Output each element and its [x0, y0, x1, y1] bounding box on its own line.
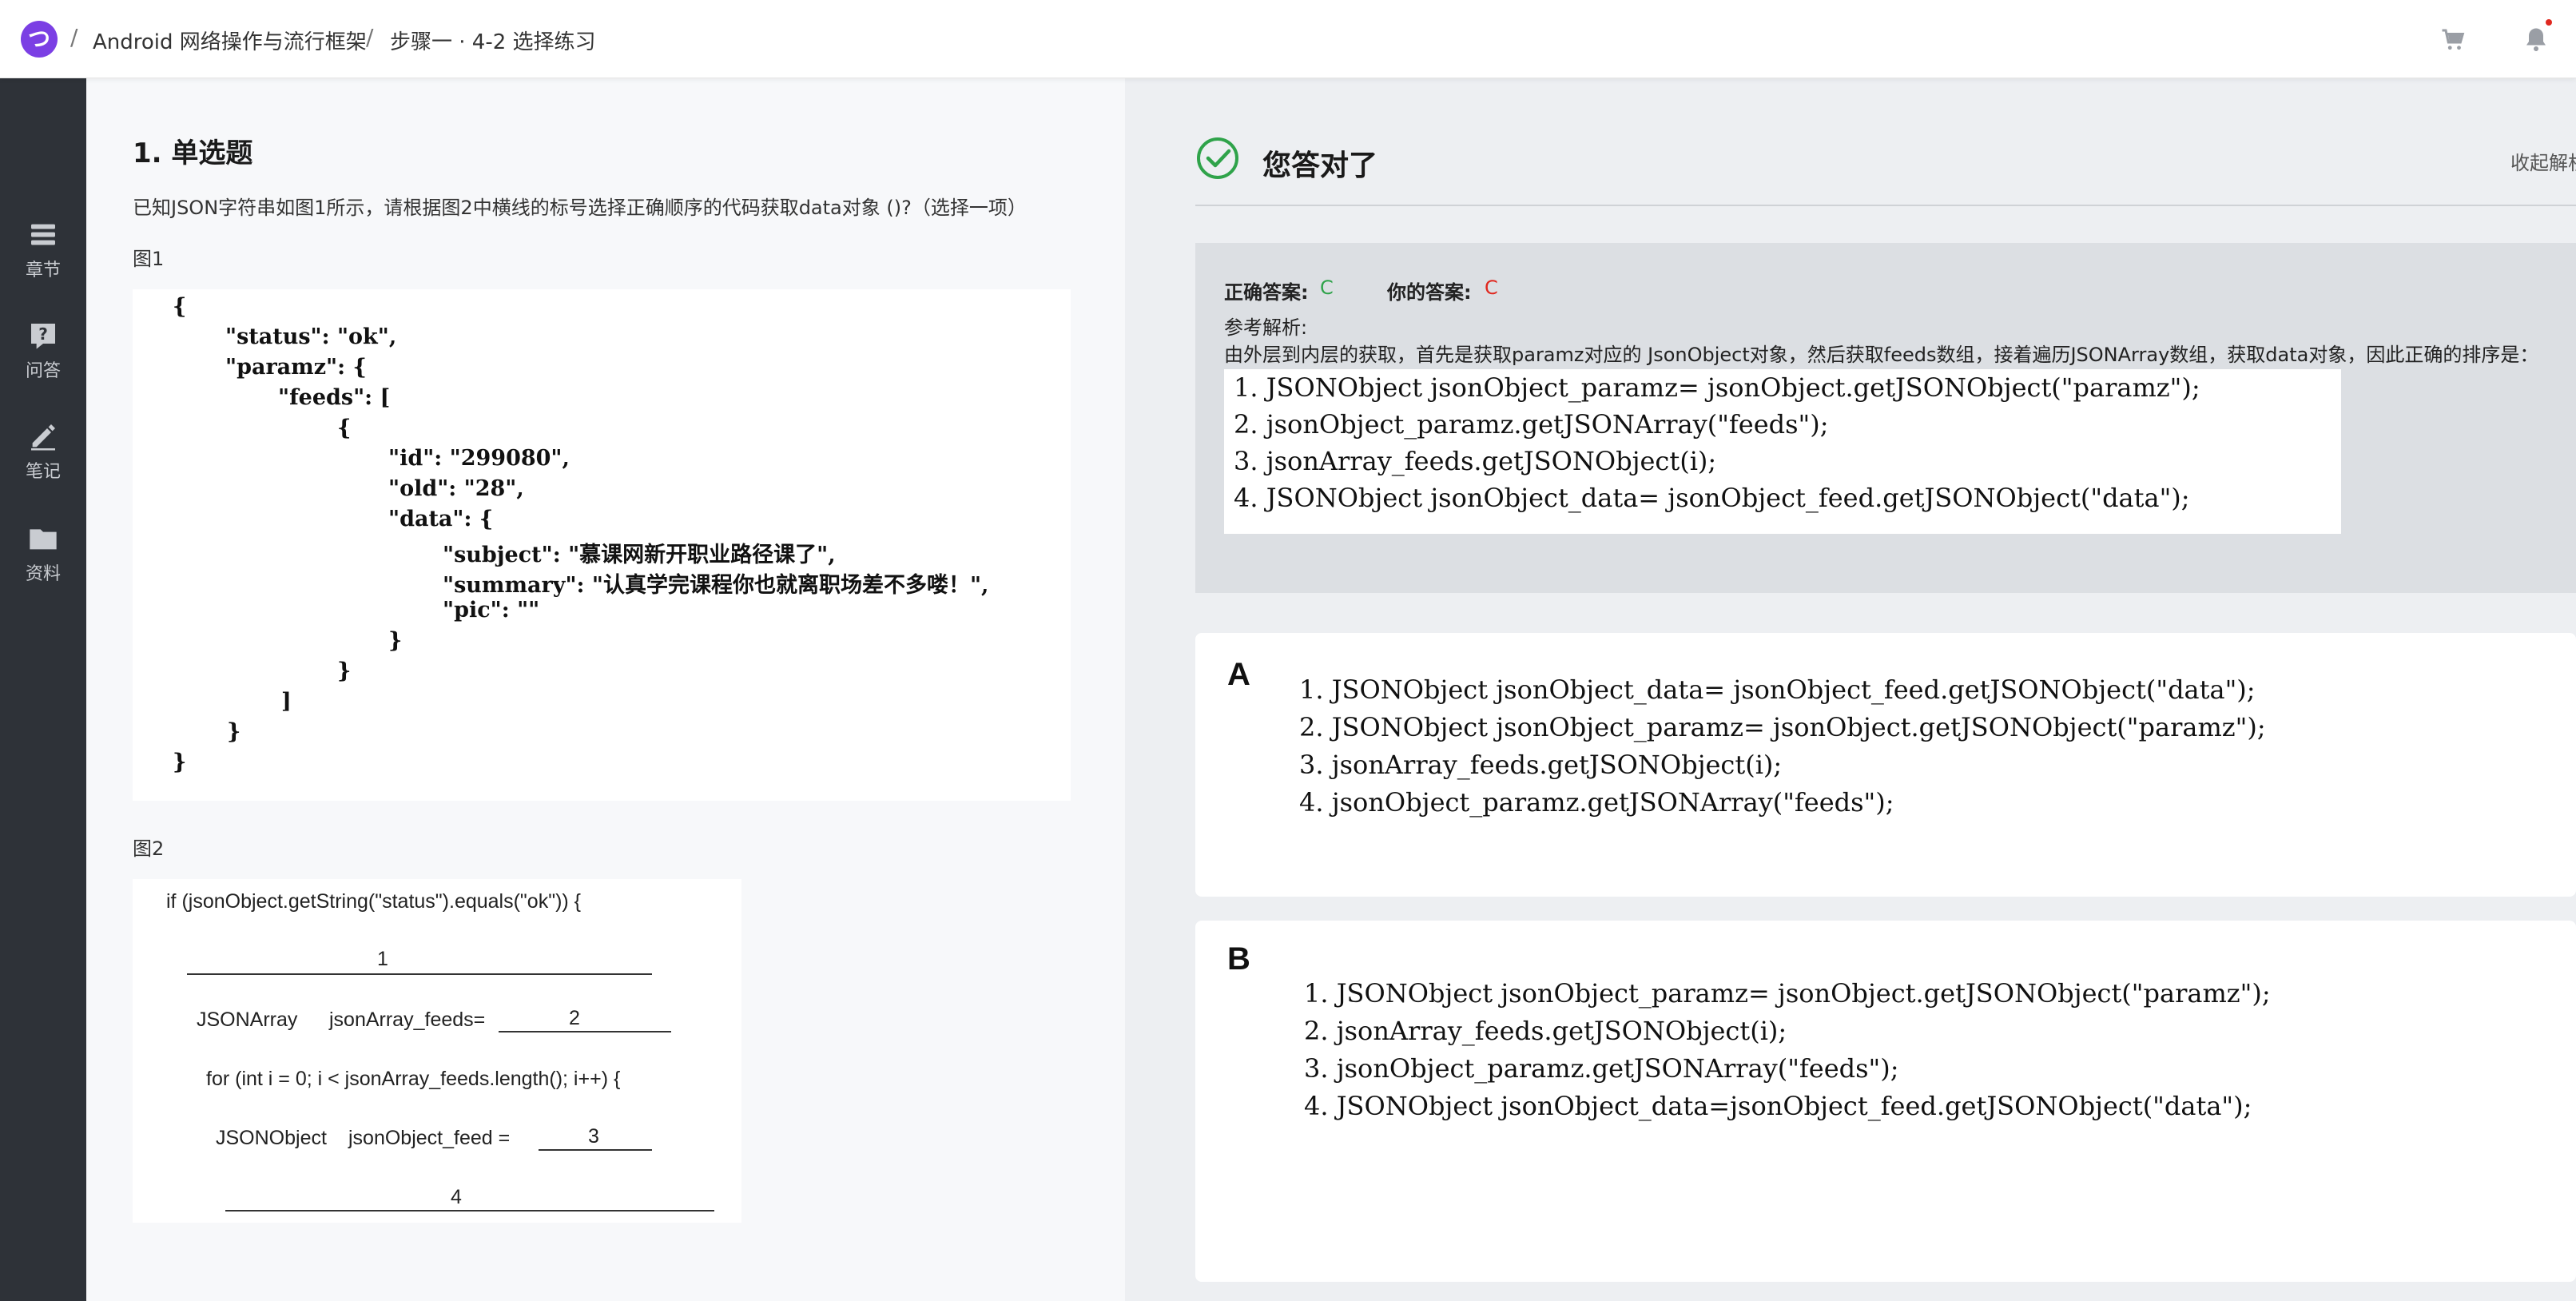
- blank-number: 1: [377, 948, 388, 970]
- option-code-line: 1. JSONObject jsonObject_paramz= jsonObj…: [1304, 978, 2271, 1009]
- layers-icon: [31, 224, 55, 245]
- blank-number: 3: [588, 1125, 599, 1148]
- json-line: {: [337, 416, 352, 440]
- blank-number: 4: [451, 1186, 462, 1208]
- question-title: 1. 单选题: [133, 137, 253, 169]
- cart-icon[interactable]: [2439, 26, 2467, 54]
- reference-text: 由外层到内层的获取，首先是获取paramz对应的 JsonObject对象，然后…: [1224, 344, 2539, 366]
- json-line: }: [227, 719, 241, 744]
- reference-label: 参考解析:: [1224, 316, 1308, 339]
- folder-icon: [30, 529, 57, 550]
- collapse-analysis-link[interactable]: 收起解析: [2510, 147, 2576, 175]
- json-line: }: [388, 628, 403, 653]
- breadcrumb-separator: /: [366, 24, 374, 50]
- option-code-line: 4. jsonObject_paramz.getJSONArray("feeds…: [1299, 787, 1894, 818]
- figure1-label: 图1: [133, 248, 165, 270]
- code-line-type: JSONObject: [216, 1127, 327, 1149]
- check-circle-icon: [1197, 137, 1238, 179]
- option-b-card[interactable]: B 1. JSONObject jsonObject_paramz= jsonO…: [1195, 921, 2576, 1282]
- sidebar-item-label: 笔记: [25, 462, 61, 482]
- json-line: }: [337, 658, 352, 683]
- code-line-var: jsonArray_feeds=: [329, 1009, 486, 1031]
- breadcrumb-course[interactable]: Android 网络操作与流行框架: [93, 26, 367, 55]
- option-code-line: 2. JSONObject jsonObject_paramz= jsonObj…: [1299, 712, 2266, 742]
- json-line: "subject": "慕课网新开职业路径课了",: [443, 543, 836, 567]
- svg-text:?: ?: [38, 324, 48, 344]
- correct-answer-value: C: [1320, 277, 1334, 299]
- site-logo[interactable]: つ: [21, 21, 58, 58]
- json-line: "summary": "认真学完课程你也就离职场差不多喽！",: [443, 573, 989, 598]
- pencil-icon: [31, 424, 55, 451]
- sidebar-item-notes[interactable]: 笔记: [0, 420, 86, 483]
- code-line: 3. jsonArray_feeds.getJSONObject(i);: [1234, 446, 1717, 476]
- code-line-if: if (jsonObject.getString("status").equal…: [166, 890, 582, 913]
- option-a-card[interactable]: A 1. JSONObject jsonObject_data= jsonObj…: [1195, 633, 2576, 897]
- sidebar-item-label: 资料: [25, 564, 61, 584]
- code-line-type: JSONArray: [197, 1009, 298, 1031]
- json-line: "old": "28",: [388, 476, 524, 501]
- your-answer-label: 你的答案:: [1387, 281, 1472, 304]
- json-line: }: [173, 750, 187, 774]
- blank-underline: [499, 1031, 671, 1032]
- option-code-line: 3. jsonArray_feeds.getJSONObject(i);: [1299, 750, 1783, 780]
- analysis-box: 正确答案: C 你的答案: C 参考解析: 由外层到内层的获取，首先是获取par…: [1195, 243, 2576, 593]
- sidebar-item-label: 章节: [25, 261, 61, 280]
- json-line: "status": "ok",: [225, 324, 397, 349]
- code-line: 4. JSONObject jsonObject_data= jsonObjec…: [1234, 483, 2190, 513]
- option-code-line: 3. jsonObject_paramz.getJSONArray("feeds…: [1304, 1053, 1899, 1084]
- reference-code-block: 1. JSONObject jsonObject_paramz= jsonObj…: [1224, 369, 2341, 534]
- blank-underline: [539, 1149, 652, 1151]
- code-line: 1. JSONObject jsonObject_paramz= jsonObj…: [1234, 372, 2200, 403]
- blank-underline: [187, 973, 652, 975]
- top-bar: つ / Android 网络操作与流行框架 / 步骤一 · 4-2 选择练习: [0, 0, 2576, 78]
- breadcrumb-step[interactable]: 步骤一 · 4-2 选择练习: [390, 26, 596, 55]
- json-line: "data": {: [388, 507, 494, 531]
- json-line: "id": "299080",: [388, 446, 570, 471]
- sidebar-item-resources[interactable]: 资料: [0, 523, 86, 585]
- option-letter: A: [1227, 657, 1250, 692]
- question-icon: ?: [31, 324, 55, 349]
- option-code-line: 2. jsonArray_feeds.getJSONObject(i);: [1304, 1016, 1787, 1046]
- figure2-code: if (jsonObject.getString("status").equal…: [133, 879, 741, 1223]
- sidebar-item-qa[interactable]: ? 问答: [0, 320, 86, 382]
- json-line: "feeds": [: [278, 385, 391, 410]
- result-title: 您答对了: [1262, 149, 1378, 182]
- question-panel: 1. 单选题 已知JSON字符串如图1所示，请根据图2中横线的标号选择正确顺序的…: [86, 78, 1125, 1301]
- correct-answer-label: 正确答案:: [1224, 281, 1309, 304]
- figure1-json: { "status": "ok", "paramz": { "feeds": […: [133, 289, 1071, 801]
- blank-number: 2: [569, 1007, 580, 1029]
- json-line: ]: [281, 689, 292, 714]
- json-line: "pic": "": [443, 598, 540, 623]
- notification-dot: [2546, 19, 2552, 26]
- question-stem: 已知JSON字符串如图1所示，请根据图2中横线的标号选择正确顺序的代码获取dat…: [133, 197, 1027, 219]
- code-line-var: jsonObject_feed =: [348, 1127, 511, 1149]
- divider: [1195, 205, 2576, 206]
- json-line: {: [173, 294, 187, 319]
- your-answer-value: C: [1485, 277, 1498, 299]
- breadcrumb-separator: /: [70, 24, 78, 50]
- code-line: 2. jsonObject_paramz.getJSONArray("feeds…: [1234, 409, 1829, 440]
- blank-underline: [225, 1210, 714, 1211]
- bell-icon[interactable]: [2522, 24, 2550, 54]
- option-letter: B: [1227, 941, 1250, 977]
- json-line: "paramz": {: [225, 355, 367, 380]
- sidebar-item-label: 问答: [25, 361, 61, 381]
- sidebar-item-chapters[interactable]: 章节: [0, 219, 86, 281]
- sidebar: 章节 ? 问答 笔记 资料: [0, 78, 86, 1301]
- figure2-label: 图2: [133, 837, 165, 860]
- result-panel: 您答对了 收起解析 正确答案: C 你的答案: C 参考解析: 由外层到内层的获…: [1125, 78, 2576, 1301]
- option-code-line: 1. JSONObject jsonObject_data= jsonObjec…: [1299, 674, 2256, 705]
- option-code-line: 4. JSONObject jsonObject_data=jsonObject…: [1304, 1091, 2252, 1121]
- code-line-for: for (int i = 0; i < jsonArray_feeds.leng…: [206, 1068, 621, 1090]
